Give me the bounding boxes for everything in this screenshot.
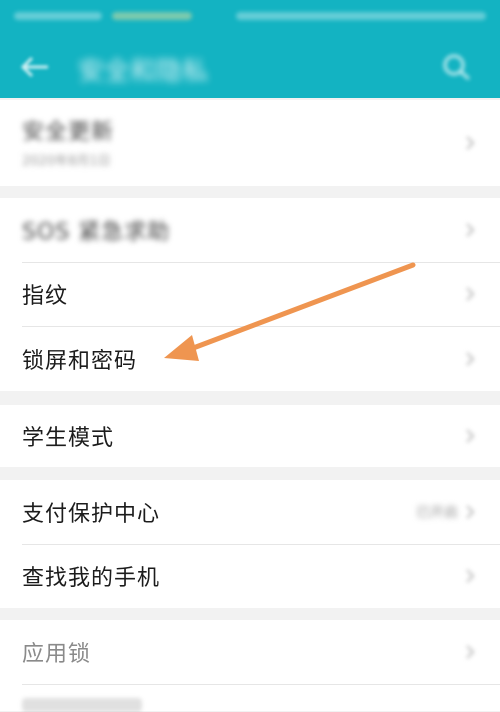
cut-off-item <box>22 698 142 712</box>
payment-protection-label: 支付保护中心 <box>22 502 161 527</box>
fingerprint-label: 指纹 <box>22 284 69 309</box>
page-title: 安全和隐私 <box>78 57 209 87</box>
payment-protection-item[interactable]: 支付保护中心 已开启 <box>0 480 500 544</box>
find-phone-label: 查找我的手机 <box>22 566 161 591</box>
fingerprint-item[interactable]: 指纹 <box>0 262 500 326</box>
protection-card: 支付保护中心 已开启 查找我的手机 <box>0 480 500 608</box>
chevron-right-icon <box>466 429 475 443</box>
back-arrow-icon[interactable] <box>18 54 52 80</box>
auth-card: SOS 紧急求助 指纹 锁屏和密码 <box>0 198 500 391</box>
app-lock-label: 应用锁 <box>22 642 92 667</box>
app-lock-card: 应用锁 <box>0 620 500 712</box>
sos-label: SOS 紧急求助 <box>22 220 171 245</box>
find-phone-item[interactable]: 查找我的手机 <box>0 544 500 608</box>
chevron-right-icon <box>466 136 475 150</box>
chevron-right-icon <box>466 645 475 659</box>
security-update-card: 安全更新 2020年8月1日 <box>0 100 500 186</box>
security-update-label: 安全更新 <box>22 120 115 145</box>
app-bar: 安全和隐私 <box>0 0 500 98</box>
chevron-right-icon <box>466 569 475 583</box>
student-mode-label: 学生模式 <box>22 426 115 451</box>
sos-item[interactable]: SOS 紧急求助 <box>0 198 500 262</box>
search-icon[interactable] <box>440 52 474 82</box>
security-update-item[interactable]: 安全更新 2020年8月1日 <box>0 100 500 186</box>
chevron-right-icon <box>466 505 475 519</box>
app-lock-item[interactable]: 应用锁 <box>0 620 500 684</box>
security-update-date: 2020年8月1日 <box>22 154 111 169</box>
lock-screen-item[interactable]: 锁屏和密码 <box>0 327 500 391</box>
payment-protection-status: 已开启 <box>416 505 458 521</box>
divider <box>22 684 500 685</box>
lock-screen-label: 锁屏和密码 <box>22 349 138 374</box>
chevron-right-icon <box>466 287 475 301</box>
student-mode-card: 学生模式 <box>0 405 500 467</box>
chevron-right-icon <box>466 223 475 237</box>
student-mode-item[interactable]: 学生模式 <box>0 405 500 467</box>
chevron-right-icon <box>466 352 475 366</box>
status-bar <box>0 0 500 34</box>
